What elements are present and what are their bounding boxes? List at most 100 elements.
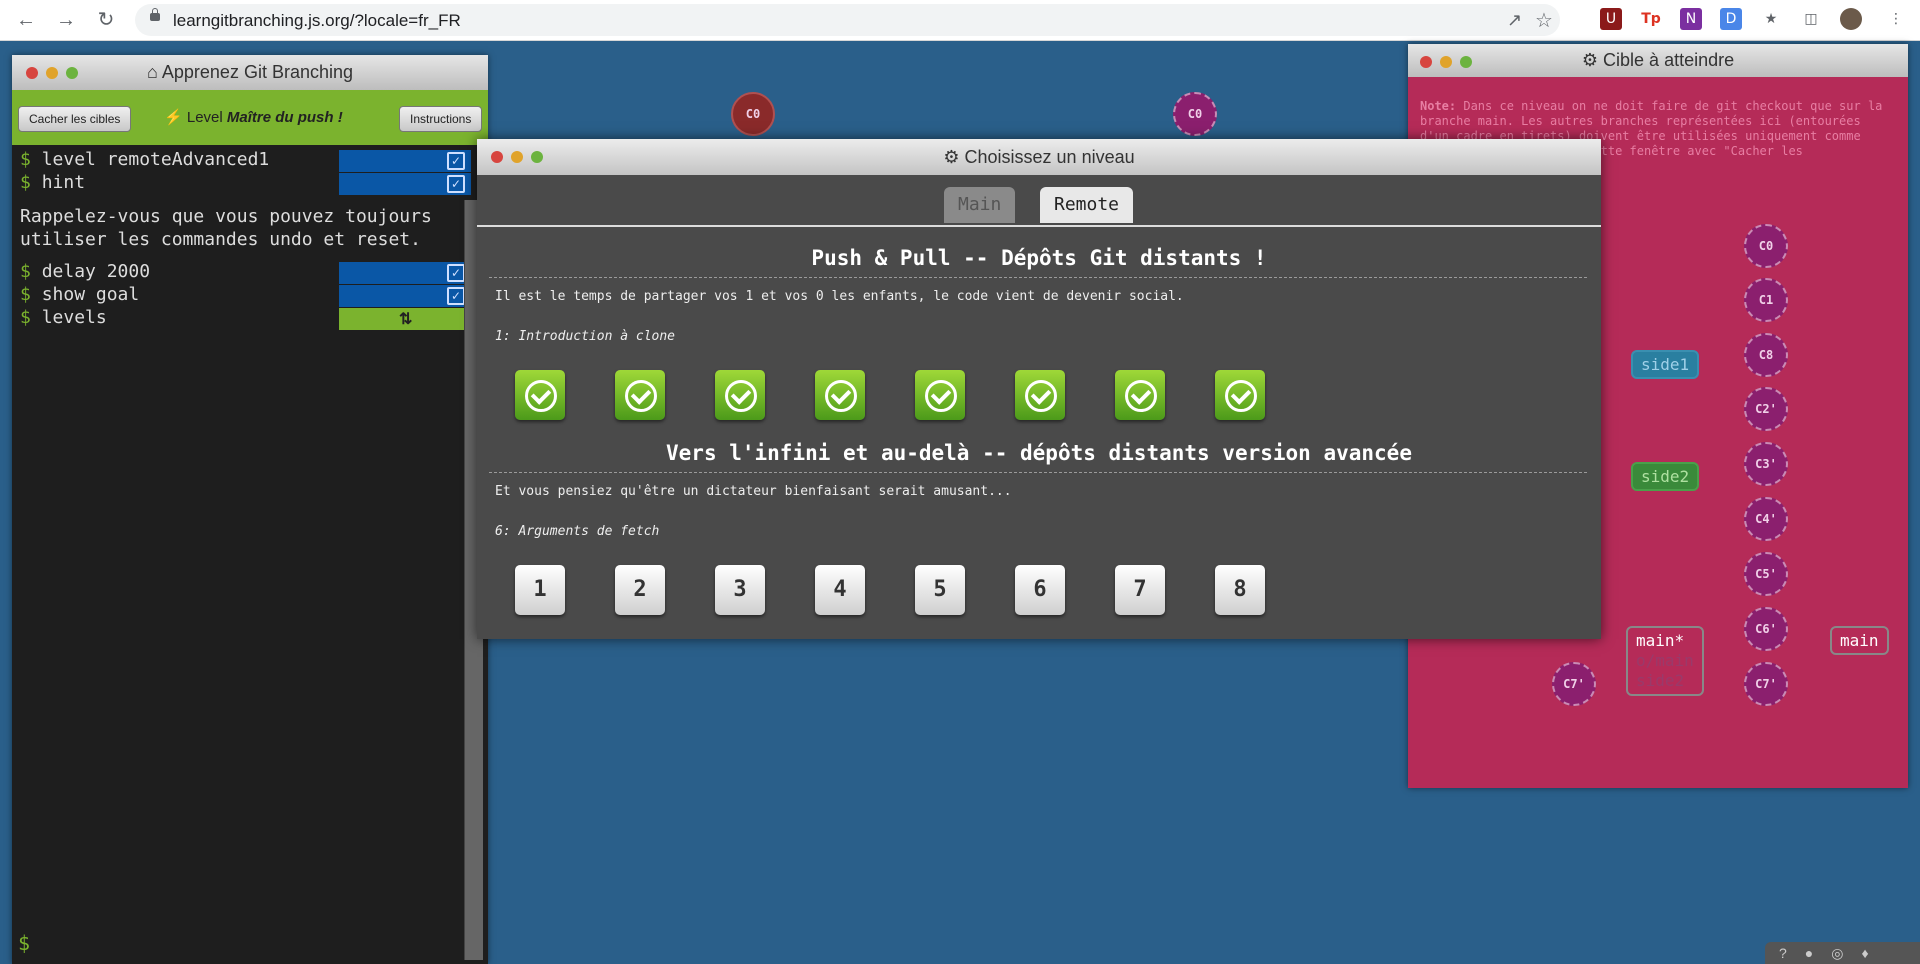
level-button[interactable]: 1 <box>515 565 565 615</box>
profile-avatar[interactable] <box>1840 8 1862 30</box>
branch-label-side2-sub: side2 <box>1636 671 1685 690</box>
level-button-completed[interactable] <box>515 370 565 420</box>
address-bar[interactable]: learngitbranching.js.org/?locale=fr_FR ↗… <box>135 4 1560 36</box>
ublock-extension-icon[interactable]: U <box>1600 8 1622 30</box>
tab-remote[interactable]: Remote <box>1040 187 1134 223</box>
commit-node: C1 <box>1744 278 1788 322</box>
branch-label-side1: side1 <box>1631 350 1700 379</box>
processing-icon: ⇅ <box>399 311 413 328</box>
level-button-completed[interactable] <box>1115 370 1165 420</box>
level-button-completed[interactable] <box>615 370 665 420</box>
forward-icon[interactable]: → <box>54 8 78 32</box>
twitter-icon[interactable]: ♦ <box>1861 945 1886 961</box>
check-circle-icon <box>625 380 657 412</box>
puzzle-extensions-icon[interactable]: ★ <box>1760 8 1782 30</box>
command-status-bar: ✓ <box>339 150 471 172</box>
tab-main[interactable]: Main <box>944 187 1016 223</box>
goal-titlebar: ⚙ Cible à atteindre <box>1408 44 1908 77</box>
bookmark-star-icon[interactable]: ☆ <box>1535 8 1553 33</box>
maximize-icon[interactable] <box>66 67 78 79</box>
help-icon[interactable]: ? <box>1779 945 1805 961</box>
level-button[interactable]: 8 <box>1215 565 1265 615</box>
maximize-icon[interactable] <box>531 151 543 163</box>
command-line: $ levels <box>20 307 107 328</box>
branch-label-o-main: o/main <box>1636 651 1694 670</box>
github-icon[interactable]: ● <box>1805 945 1831 961</box>
command-status-bar: ✓ <box>339 173 471 195</box>
dialog-titlebar: ⚙ Choisissez un niveau <box>477 139 1601 175</box>
share-icon[interactable]: ↗ <box>1507 10 1522 31</box>
command-status-bar: ✓ <box>339 262 471 284</box>
checkbox-icon: ✓ <box>447 175 465 193</box>
commit-node: C7' <box>1552 662 1596 706</box>
checkbox-icon: ✓ <box>447 264 465 282</box>
section-title: Vers l'infini et au-delà -- dépôts dista… <box>666 441 1412 465</box>
minimize-icon[interactable] <box>511 151 523 163</box>
terminal-toolbar: Cacher les cibles ⚡ Level Maître du push… <box>12 90 488 145</box>
command-line: $ level remoteAdvanced1 <box>20 149 270 170</box>
social-links-bar: ?●◎♦ <box>1765 942 1920 964</box>
onenote-extension-icon[interactable]: N <box>1680 8 1702 30</box>
level-button-completed[interactable] <box>1215 370 1265 420</box>
section-title: Push & Pull -- Dépôts Git distants ! <box>811 246 1267 270</box>
command-status-bar: ✓ <box>339 285 471 307</box>
hide-goals-button[interactable]: Cacher les cibles <box>18 106 132 132</box>
reload-icon[interactable]: ↻ <box>94 8 118 32</box>
level-button[interactable]: 2 <box>615 565 665 615</box>
section-description: Et vous pensiez qu'être un dictateur bie… <box>495 484 1012 499</box>
commit-node: C8 <box>1744 333 1788 377</box>
globe-icon[interactable]: ◎ <box>1831 945 1861 961</box>
url-text[interactable]: learngitbranching.js.org/?locale=fr_FR <box>173 11 461 31</box>
note-label: Note: <box>1420 99 1457 113</box>
commit-node: C7' <box>1744 662 1788 706</box>
level-button-completed[interactable] <box>815 370 865 420</box>
close-icon[interactable] <box>491 151 503 163</box>
level-button[interactable]: 4 <box>815 565 865 615</box>
branch-label-main-star: main* <box>1636 631 1685 650</box>
commit-node: C4' <box>1744 497 1788 541</box>
command-line: $ hint <box>20 172 86 193</box>
goal-title: Cible à atteindre <box>1603 50 1735 70</box>
divider <box>489 277 1587 278</box>
docs-extension-icon[interactable]: D <box>1720 8 1742 30</box>
side-panel-icon[interactable]: ◫ <box>1800 8 1822 30</box>
level-button-completed[interactable] <box>915 370 965 420</box>
commit-node: C5' <box>1744 552 1788 596</box>
hint-text: utiliser les commandes undo et reset. <box>20 229 421 250</box>
check-circle-icon <box>525 380 557 412</box>
tp-extension-icon[interactable]: Tp <box>1640 8 1662 30</box>
close-icon[interactable] <box>1420 56 1432 68</box>
level-button[interactable]: 7 <box>1115 565 1165 615</box>
check-circle-icon <box>825 380 857 412</box>
level-button-completed[interactable] <box>715 370 765 420</box>
check-circle-icon <box>1025 380 1057 412</box>
section-subtitle: 6: Arguments de fetch <box>495 524 660 539</box>
level-button[interactable]: 5 <box>915 565 965 615</box>
command-prompt[interactable]: $ <box>18 931 30 955</box>
level-button[interactable]: 6 <box>1015 565 1065 615</box>
checkbox-icon: ✓ <box>447 287 465 305</box>
commit-node: C2' <box>1744 387 1788 431</box>
menu-kebab-icon[interactable]: ⋮ <box>1885 8 1907 30</box>
instructions-button[interactable]: Instructions <box>399 106 483 132</box>
dialog-title: Choisissez un niveau <box>964 147 1135 167</box>
section-subtitle: 1: Introduction à clone <box>495 329 676 344</box>
commit-node: C0 <box>1744 224 1788 268</box>
level-button[interactable]: 3 <box>715 565 765 615</box>
terminal-title: Apprenez Git Branching <box>161 62 353 82</box>
commit-node: C0 <box>1173 92 1217 136</box>
command-line: $ delay 2000 <box>20 261 151 282</box>
section-description: Il est le temps de partager vos 1 et vos… <box>495 289 1184 304</box>
close-icon[interactable] <box>26 67 38 79</box>
maximize-icon[interactable] <box>1460 56 1472 68</box>
minimize-icon[interactable] <box>46 67 58 79</box>
minimize-icon[interactable] <box>1440 56 1452 68</box>
checkbox-icon: ✓ <box>447 152 465 170</box>
check-circle-icon <box>1225 380 1257 412</box>
gear-icon: ⚙ <box>1581 50 1599 70</box>
commit-node: C0 <box>731 92 775 136</box>
branch-label-group: main* o/main side2 <box>1626 626 1704 696</box>
back-icon[interactable]: ← <box>14 8 38 32</box>
command-status-bar: ⇅ <box>339 308 471 330</box>
level-button-completed[interactable] <box>1015 370 1065 420</box>
